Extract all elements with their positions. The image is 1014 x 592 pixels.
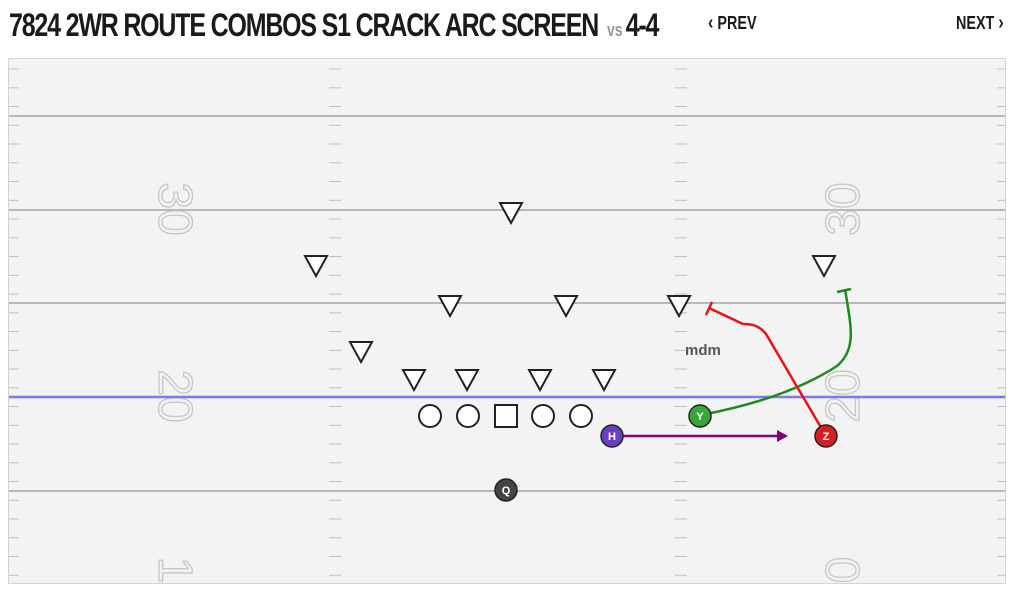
- yard-numbers-left: 30 20 1: [147, 182, 201, 584]
- defense: [303, 202, 837, 393]
- assignment-note: mdm: [685, 342, 721, 359]
- defender-marker: [303, 255, 329, 279]
- defender-marker: [811, 255, 837, 279]
- lineman-marker: [418, 404, 442, 428]
- yard-number: 0: [817, 557, 870, 584]
- yard-number: 30: [148, 182, 201, 235]
- player-q[interactable]: Q: [494, 478, 518, 502]
- player-label: Z: [823, 431, 830, 443]
- play-name: 7824 2WR ROUTE COMBOS S1 CRACK ARC SCREE…: [9, 7, 599, 43]
- field-diagram: 30 20 1 30 20 0 H Y Z Q mdm: [9, 68, 1005, 584]
- route-line: [708, 306, 828, 437]
- lineman-marker: [531, 404, 555, 428]
- defender-marker: [437, 295, 463, 319]
- yard-number: 30: [817, 182, 870, 235]
- chevron-left-icon: ‹: [708, 12, 714, 34]
- defender-marker: [454, 369, 480, 393]
- offensive-line: [418, 404, 593, 428]
- player-h[interactable]: H: [600, 424, 624, 448]
- route-z: [704, 301, 828, 437]
- arrow-icon: [777, 430, 788, 442]
- defender-marker: [553, 295, 579, 319]
- play-title: 7824 2WR ROUTE COMBOS S1 CRACK ARC SCREE…: [9, 4, 660, 51]
- block-marker: [836, 287, 852, 294]
- vs-label: vs: [606, 20, 623, 40]
- yard-numbers-right: 30 20 0: [816, 182, 870, 584]
- lineman-marker: [569, 404, 593, 428]
- yard-number: 1: [148, 557, 201, 584]
- defender-marker: [348, 341, 374, 365]
- player-z[interactable]: Z: [814, 424, 838, 448]
- center-marker: [494, 404, 518, 428]
- prev-button[interactable]: ‹ PREV: [708, 12, 757, 35]
- player-label: Y: [696, 411, 704, 423]
- defender-marker: [401, 369, 427, 393]
- player-label: H: [608, 431, 616, 443]
- player-label: Q: [502, 485, 511, 497]
- route-h: [613, 430, 788, 442]
- routes: [613, 287, 852, 442]
- yard-lines: [9, 115, 1005, 492]
- defender-marker: [591, 369, 617, 393]
- prev-label: PREV: [717, 13, 757, 33]
- defender-marker: [527, 369, 553, 393]
- lineman-marker: [456, 404, 480, 428]
- chevron-right-icon: ›: [998, 12, 1004, 34]
- defender-marker: [498, 202, 524, 226]
- next-button[interactable]: NEXT ›: [956, 12, 1004, 35]
- play-header: 7824 2WR ROUTE COMBOS S1 CRACK ARC SCREE…: [0, 0, 1014, 52]
- next-label: NEXT: [956, 13, 995, 33]
- player-y[interactable]: Y: [688, 404, 712, 428]
- opponent-formation: 4-4: [625, 7, 660, 43]
- play-field: 30 20 1 30 20 0 H Y Z Q mdm: [8, 58, 1006, 584]
